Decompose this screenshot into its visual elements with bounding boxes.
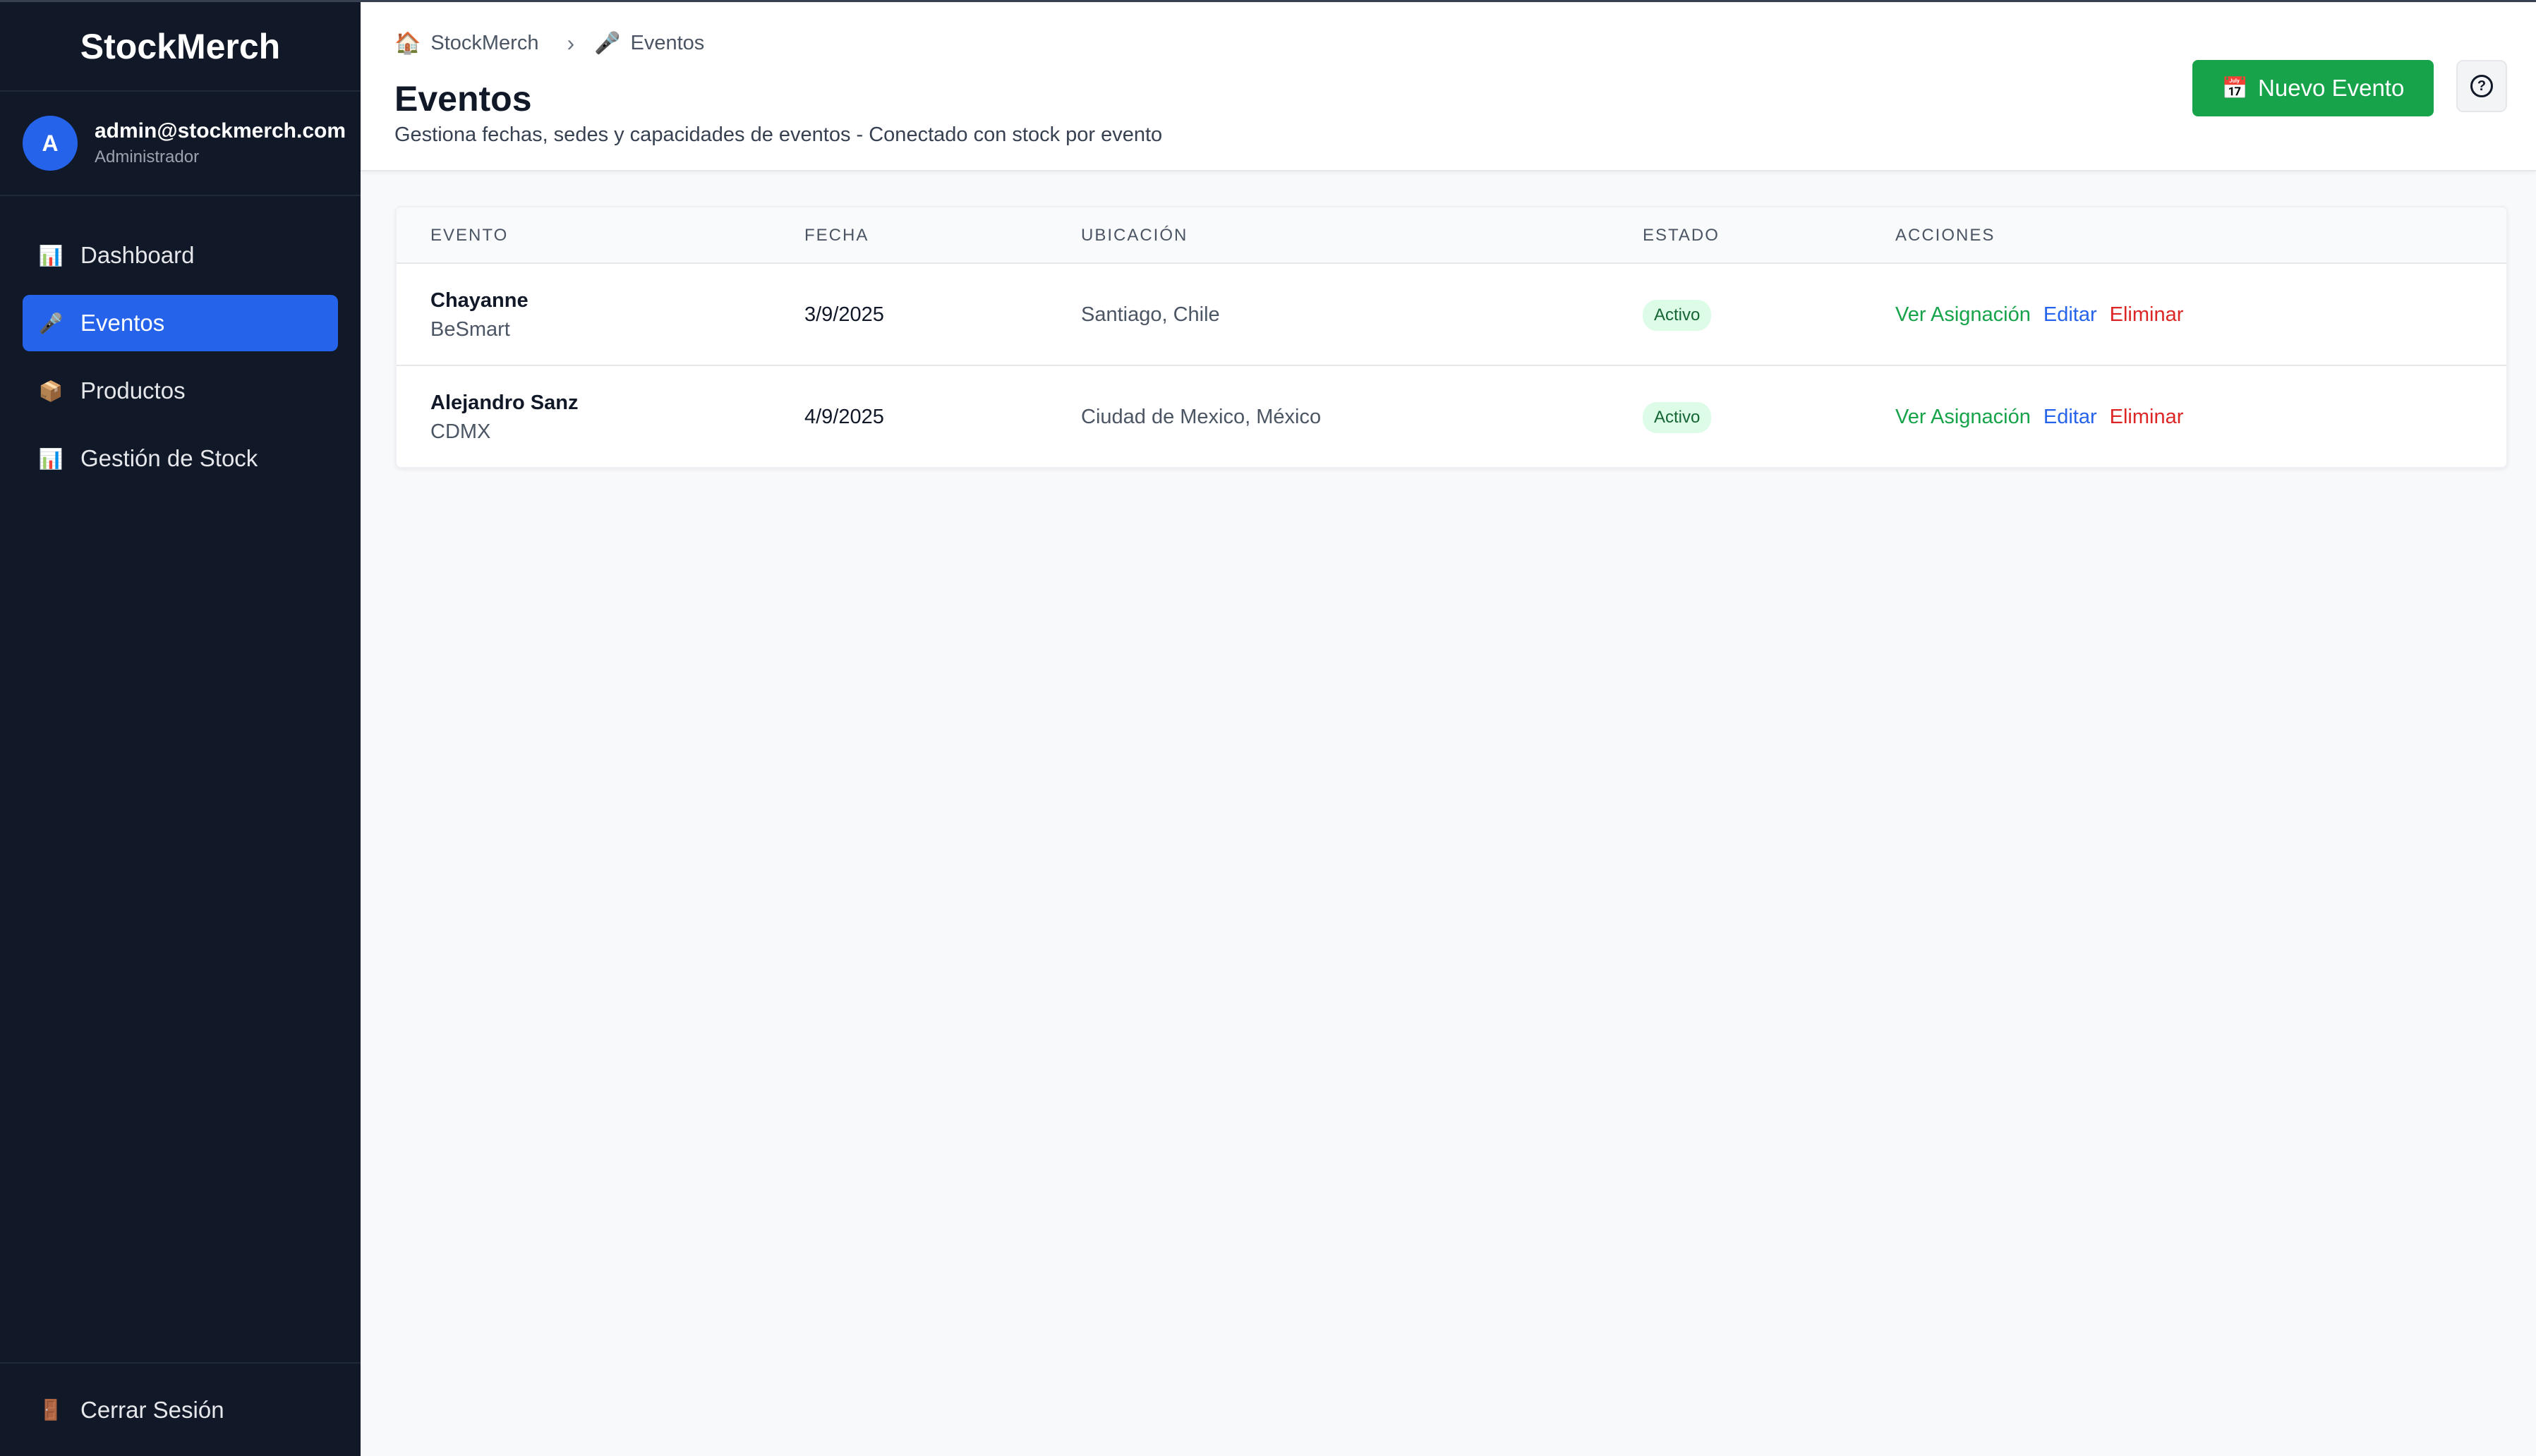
help-icon: ?: [2470, 75, 2493, 97]
avatar: A: [23, 116, 78, 171]
event-location: Ciudad de Mexico, México: [1081, 406, 1322, 428]
table-row: Chayanne BeSmart 3/9/2025 Santiago, Chil…: [397, 264, 2506, 366]
sidebar-item-eventos[interactable]: 🎤 Eventos: [23, 295, 338, 351]
events-table: EVENTO FECHA UBICACIÓN ESTADO ACCIONES C…: [395, 206, 2508, 468]
event-date: 4/9/2025: [804, 406, 884, 428]
edit-link[interactable]: Editar: [2043, 303, 2097, 327]
table-row: Alejandro Sanz CDMX 4/9/2025 Ciudad de M…: [397, 366, 2506, 467]
column-header-evento: EVENTO: [430, 226, 509, 245]
status-badge: Activo: [1643, 401, 1712, 433]
sidebar-item-label: Gestión de Stock: [80, 445, 258, 471]
chart-icon: 📊: [38, 244, 64, 267]
breadcrumb-label: StockMerch: [430, 32, 539, 54]
sidebar-item-label: Dashboard: [80, 242, 195, 268]
view-assignment-link[interactable]: Ver Asignación: [1895, 303, 2031, 327]
view-assignment-link[interactable]: Ver Asignación: [1895, 406, 2031, 429]
new-event-label: Nuevo Evento: [2258, 75, 2405, 101]
column-header-acciones: ACCIONES: [1895, 226, 1995, 245]
event-name: Alejandro Sanz: [430, 391, 579, 414]
new-event-button[interactable]: 📅 Nuevo Evento: [2192, 60, 2434, 116]
home-icon: 🏠: [394, 32, 421, 55]
user-role: Administrador: [95, 147, 200, 166]
breadcrumb-item-home[interactable]: 🏠 StockMerch: [394, 31, 538, 56]
logout-button[interactable]: 🚪 Cerrar Sesión: [0, 1362, 361, 1456]
event-venue: BeSmart: [430, 317, 510, 341]
event-name: Chayanne: [430, 289, 529, 312]
chart-icon: 📊: [38, 447, 64, 470]
column-header-ubicacion: UBICACIÓN: [1081, 226, 1188, 245]
column-header-estado: ESTADO: [1643, 226, 1720, 245]
package-icon: 📦: [38, 380, 64, 402]
calendar-icon: 📅: [2221, 76, 2249, 100]
breadcrumb-label: Eventos: [630, 32, 705, 54]
edit-link[interactable]: Editar: [2043, 406, 2097, 429]
column-header-fecha: FECHA: [804, 226, 869, 245]
sidebar-item-label: Eventos: [80, 310, 165, 336]
sidebar-nav: 📊 Dashboard 🎤 Eventos 📦 Productos 📊 Gest…: [0, 196, 361, 487]
door-icon: 🚪: [38, 1399, 64, 1421]
delete-link[interactable]: Eliminar: [2110, 406, 2184, 429]
sidebar-item-dashboard[interactable]: 📊 Dashboard: [23, 227, 338, 284]
delete-link[interactable]: Eliminar: [2110, 303, 2184, 327]
event-date: 3/9/2025: [804, 303, 884, 326]
user-profile: A admin@stockmerch.com Administrador: [0, 92, 361, 196]
help-button[interactable]: ?: [2456, 60, 2507, 112]
table-header: EVENTO FECHA UBICACIÓN ESTADO ACCIONES: [397, 207, 2506, 264]
chevron-right-icon: ›: [567, 30, 575, 56]
app-logo[interactable]: StockMerch: [0, 2, 361, 92]
breadcrumb: 🏠 StockMerch › 🎤 Eventos: [394, 30, 704, 56]
microphone-icon: 🎤: [594, 32, 621, 55]
status-badge: Activo: [1643, 299, 1712, 331]
sidebar-item-productos[interactable]: 📦 Productos: [23, 363, 338, 419]
sidebar-item-gestion-stock[interactable]: 📊 Gestión de Stock: [23, 430, 338, 487]
event-venue: CDMX: [430, 420, 491, 443]
logout-label: Cerrar Sesión: [80, 1396, 224, 1423]
event-location: Santiago, Chile: [1081, 303, 1220, 326]
page-header: 🏠 StockMerch › 🎤 Eventos Eventos Gestion…: [361, 0, 2536, 171]
user-email: admin@stockmerch.com: [95, 119, 346, 142]
page-subtitle: Gestiona fechas, sedes y capacidades de …: [394, 123, 1163, 146]
breadcrumb-item-eventos: 🎤 Eventos: [594, 31, 704, 56]
microphone-icon: 🎤: [38, 312, 64, 334]
page-title: Eventos: [394, 79, 532, 119]
sidebar: StockMerch A admin@stockmerch.com Admini…: [0, 0, 361, 1456]
sidebar-item-label: Productos: [80, 377, 186, 404]
